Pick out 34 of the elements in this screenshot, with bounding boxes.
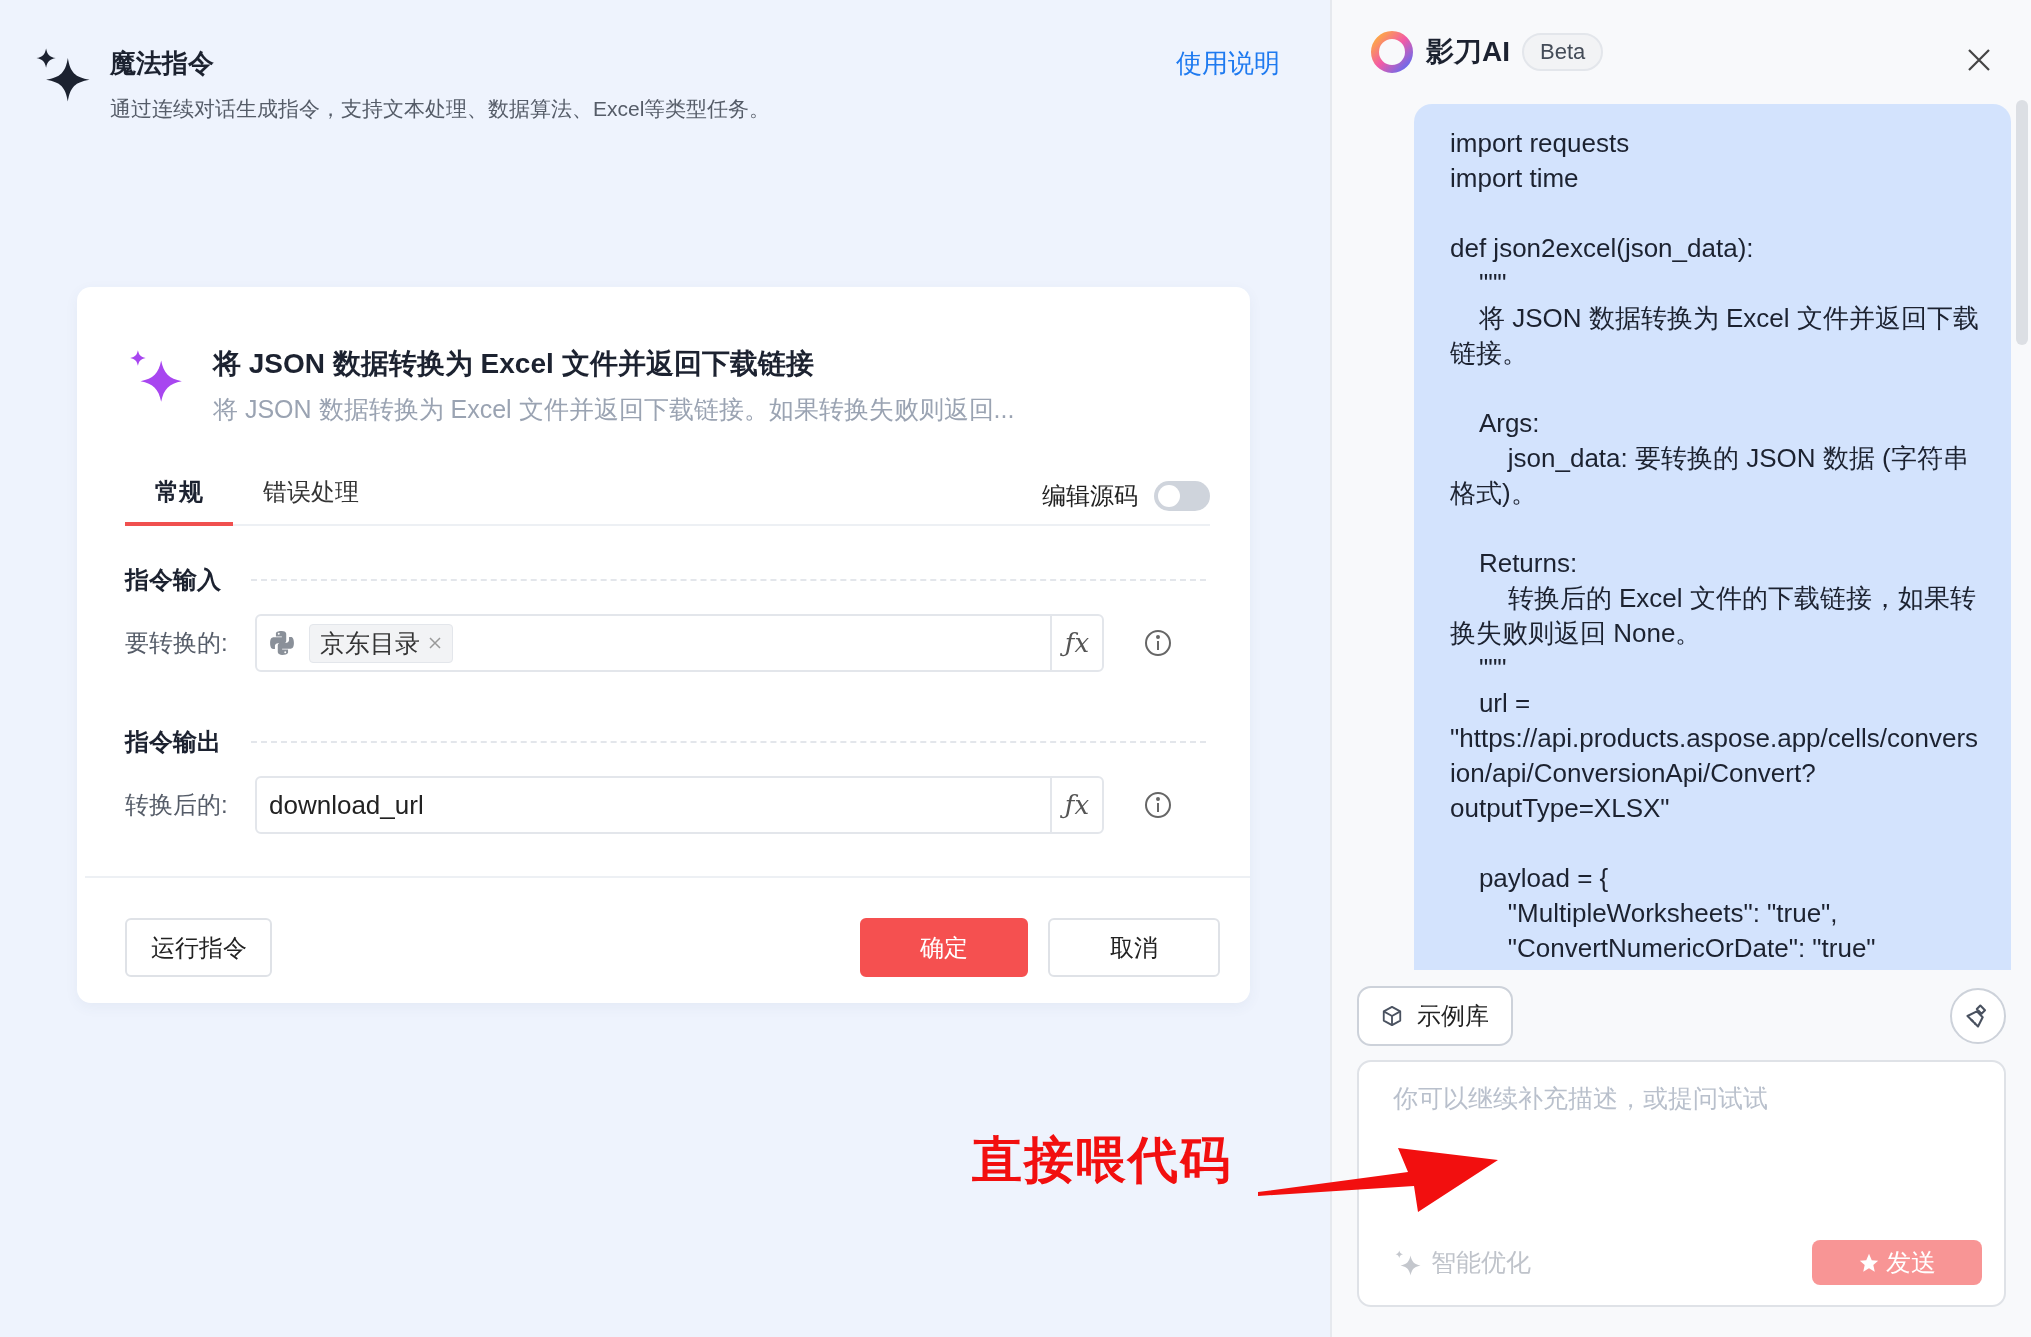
instruction-description: 将 JSON 数据转换为 Excel 文件并返回下载链接。如果转换失败则返回... xyxy=(213,394,1015,425)
tag-label: 京东目录 xyxy=(320,627,420,659)
tab[interactable]: 错误处理 xyxy=(233,476,389,526)
tab[interactable]: 常规 xyxy=(125,476,233,526)
formula-button[interactable]: ƒx xyxy=(1050,778,1102,832)
cancel-button[interactable]: 取消 xyxy=(1048,918,1220,977)
python-icon xyxy=(269,630,295,656)
formula-button[interactable]: ƒx xyxy=(1050,616,1102,670)
annotation-text: 直接喂代码 xyxy=(972,1128,1232,1191)
code-message: import requests import time def json2excel(json_data): """ 将 JSON 数据转换为 Excel 文件并返回下载链接。 Args: json_data: 要转换的 JSON 数据 (字符串格式)。 Returns: 转换后的 Excel 文件的下载链接，如果转换失败则返回 None。 """ url = "https://api.products.aspose.app/cells/conversion/api/ConversionApi/Convert?outputType=XLSX" payload = { "MultipleWorksheets": "true", "ConvertNumericOrDate": "true" xyxy=(1450,127,1980,965)
help-link[interactable]: 使用说明 xyxy=(1176,46,1280,81)
scrollbar-thumb[interactable] xyxy=(2016,100,2028,345)
section-title: 指令输出 xyxy=(125,727,221,757)
instruction-title: 将 JSON 数据转换为 Excel 文件并返回下载链接 xyxy=(213,347,815,381)
close-icon[interactable] xyxy=(1967,48,1991,72)
input-field[interactable]: 京东目录 ƒx xyxy=(255,614,1104,672)
beta-badge: Beta xyxy=(1522,33,1604,71)
examples-button[interactable]: 示例库 xyxy=(1357,986,1513,1046)
page-subtitle: 通过连续对话生成指令，支持文本处理、数据算法、Excel等类型任务。 xyxy=(110,96,772,122)
field-label: 转换后的: xyxy=(125,790,229,820)
toggle-switch[interactable] xyxy=(1154,481,1210,511)
ring-logo-icon xyxy=(1370,30,1414,74)
info-icon[interactable] xyxy=(1144,791,1172,819)
cube-icon xyxy=(1381,1005,1403,1027)
info-icon[interactable] xyxy=(1144,629,1172,657)
input-field[interactable]: download_url ƒx xyxy=(255,776,1104,834)
field-value: download_url xyxy=(269,789,424,821)
page-title: 魔法指令 xyxy=(110,47,215,80)
run-button[interactable]: 运行指令 xyxy=(125,918,272,977)
assistant-name: 影刀AI xyxy=(1426,35,1510,69)
section-title: 指令输入 xyxy=(125,565,221,595)
toggle-label: 编辑源码 xyxy=(1042,481,1138,511)
clear-button[interactable] xyxy=(1950,988,2006,1044)
field-label: 要转换的: xyxy=(125,628,229,658)
